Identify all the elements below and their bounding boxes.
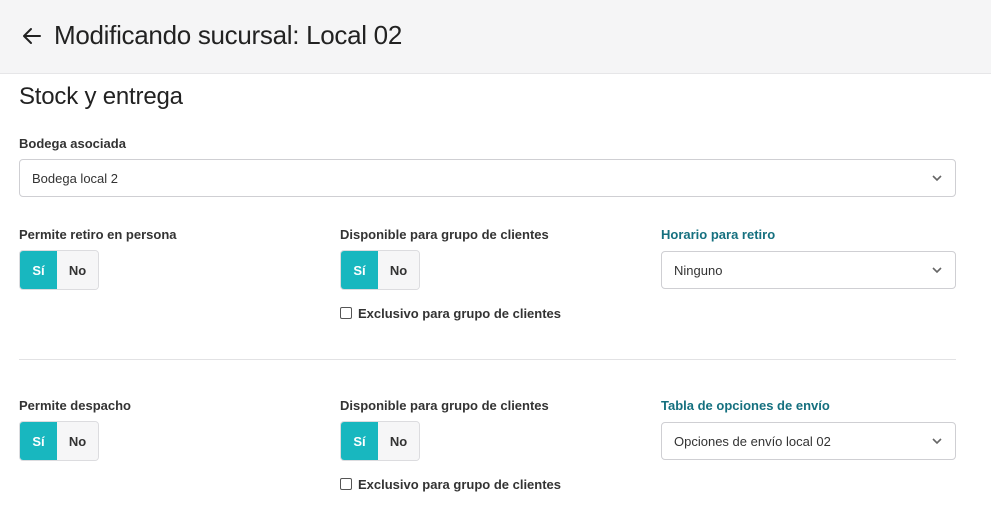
shipping-table-select[interactable]: Opciones de envío local 02 — [661, 422, 956, 460]
delivery-no-button[interactable]: No — [57, 422, 98, 460]
delivery-exclusive-checkbox[interactable]: Exclusivo para grupo de clientes — [340, 477, 561, 492]
delivery-toggle: Sí No — [19, 421, 99, 461]
section-title: Stock y entrega — [19, 83, 183, 110]
delivery-exclusive-label: Exclusivo para grupo de clientes — [358, 477, 562, 492]
section-divider — [19, 359, 956, 360]
shipping-table-value: Opciones de envío local 02 — [674, 434, 831, 449]
delivery-label: Permite despacho — [19, 398, 131, 413]
warehouse-select-value: Bodega local 2 — [32, 171, 119, 186]
warehouse-label: Bodega asociada — [19, 136, 126, 151]
back-arrow-icon[interactable] — [20, 24, 44, 48]
pickup-no-button[interactable]: No — [57, 251, 98, 289]
pickup-exclusive-label: Exclusivo para grupo de clientes — [358, 306, 562, 321]
pickup-schedule-value: Ninguno — [674, 263, 723, 278]
delivery-yes-button[interactable]: Sí — [20, 422, 57, 460]
delivery-group-label: Disponible para grupo de clientes — [340, 398, 549, 413]
pickup-group-yes-button[interactable]: Sí — [341, 251, 378, 289]
chevron-down-icon — [932, 175, 942, 182]
delivery-group-yes-button[interactable]: Sí — [341, 422, 378, 460]
pickup-exclusive-checkbox[interactable]: Exclusivo para grupo de clientes — [340, 306, 561, 321]
delivery-group-toggle: Sí No — [340, 421, 420, 461]
pickup-group-no-button[interactable]: No — [378, 251, 419, 289]
shipping-table-label: Tabla de opciones de envío — [661, 398, 830, 413]
chevron-down-icon — [932, 267, 942, 274]
checkbox-box[interactable] — [340, 306, 352, 319]
chevron-down-icon — [932, 438, 942, 445]
pickup-schedule-select[interactable]: Ninguno — [661, 251, 956, 289]
top-header: Modificando sucursal: Local 02 — [0, 0, 991, 74]
pickup-group-label: Disponible para grupo de clientes — [340, 227, 549, 242]
page-title: Modificando sucursal: Local 02 — [54, 20, 402, 50]
delivery-group-no-button[interactable]: No — [378, 422, 419, 460]
pickup-toggle: Sí No — [19, 250, 99, 290]
pickup-schedule-label: Horario para retiro — [661, 227, 776, 242]
pickup-group-toggle: Sí No — [340, 250, 420, 290]
warehouse-select[interactable]: Bodega local 2 — [19, 159, 956, 197]
pickup-yes-button[interactable]: Sí — [20, 251, 57, 289]
checkbox-box[interactable] — [340, 477, 352, 490]
pickup-label: Permite retiro en persona — [19, 227, 177, 242]
